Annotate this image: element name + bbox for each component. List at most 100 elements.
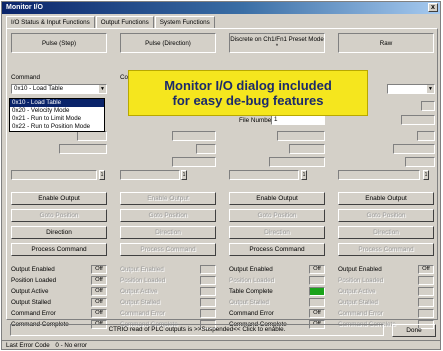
column-header: Raw — [338, 33, 434, 53]
value-box[interactable] — [269, 157, 325, 167]
enable-output-button[interactable]: Enable Output — [120, 192, 216, 205]
process-command-button[interactable]: Process Command — [120, 243, 216, 256]
status-indicator: Off — [309, 265, 325, 274]
spin-button[interactable]: 1 — [99, 170, 105, 180]
callout-line-2: for easy de-bug features — [172, 93, 324, 108]
status-name: Command Error — [338, 310, 383, 317]
value-box[interactable] — [338, 170, 420, 180]
value-box[interactable] — [77, 131, 107, 141]
monitor-io-window: Monitor I/O x I/O Status & Input Functio… — [1, 1, 441, 350]
status-row: Output Enabled Off — [229, 265, 325, 275]
tab-system-functions[interactable]: System Functions — [154, 16, 215, 28]
status-row: Position Loaded — [120, 276, 216, 286]
status-row: Output Active — [338, 287, 434, 297]
status-row: Command Error — [338, 309, 434, 319]
done-button[interactable]: Done — [392, 324, 436, 337]
column-header: Pulse (Direction) — [120, 33, 216, 53]
status-row: Position Loaded Off — [11, 276, 107, 286]
value-box — [172, 157, 216, 167]
status-name: Table Complete — [229, 288, 273, 295]
status-value: 0 - No error — [55, 342, 88, 349]
column-header: Discrete on Ch1/Fn1 Preset Mode * — [229, 33, 325, 53]
file-number-label: File Number — [239, 117, 274, 124]
status-row: Output Enabled — [120, 265, 216, 275]
status-indicator — [200, 298, 216, 307]
process-command-button[interactable]: Process Command — [338, 243, 434, 256]
value-box — [172, 131, 216, 141]
status-name: Output Enabled — [11, 266, 55, 273]
dropdown-option[interactable]: 0x20 - Velocity Mode — [10, 107, 104, 115]
value-box[interactable] — [393, 144, 435, 154]
enable-output-button[interactable]: Enable Output — [229, 192, 325, 205]
dropdown-option[interactable]: 0x22 - Run to Position Mode — [10, 123, 104, 131]
command-select-value: 0x10 - Load Table — [14, 85, 64, 92]
direction-button[interactable]: Direction — [338, 226, 434, 239]
status-name: Output Stalled — [229, 299, 269, 306]
status-name: Output Stalled — [120, 299, 160, 306]
status-bar: Last Error Code 0 - No error — [2, 340, 440, 350]
spin-button[interactable]: 1 — [423, 170, 429, 180]
status-indicator: Off — [91, 276, 107, 285]
status-row: Output Stalled — [229, 298, 325, 308]
status-row: Output Active Off — [11, 287, 107, 297]
status-row: Output Stalled Off — [11, 298, 107, 308]
value-box[interactable] — [289, 144, 325, 154]
status-row: Command Error Off — [229, 309, 325, 319]
command-select[interactable]: 0x10 - Load Table ▼ — [11, 84, 107, 94]
status-row: Command Error — [120, 309, 216, 319]
file-number-input[interactable]: 1 — [271, 115, 325, 125]
status-name: Command Error — [11, 310, 56, 317]
value-box[interactable] — [405, 157, 435, 167]
close-button[interactable]: x — [428, 3, 438, 12]
spin-button[interactable]: 1 — [301, 170, 307, 180]
value-box[interactable] — [421, 101, 435, 111]
status-indicator — [418, 309, 434, 318]
goto-position-button[interactable]: Goto Position — [229, 209, 325, 222]
status-row: Output Enabled Off — [11, 265, 107, 275]
tab-io-status[interactable]: I/O Status & Input Functions — [6, 16, 95, 28]
status-indicator: Off — [91, 298, 107, 307]
status-name: Output Stalled — [338, 299, 378, 306]
chevron-down-icon[interactable]: ▼ — [426, 85, 434, 93]
value-box[interactable] — [277, 131, 325, 141]
process-command-button[interactable]: Process Command — [11, 243, 107, 256]
process-command-button[interactable]: Process Command — [229, 243, 325, 256]
plc-read-status-button[interactable]: CTRIO read of PLC outputs is >>Suspended… — [10, 324, 384, 336]
direction-button[interactable]: Direction — [11, 226, 107, 239]
goto-position-button[interactable]: Goto Position — [120, 209, 216, 222]
value-box — [120, 170, 180, 180]
status-indicator: Off — [418, 265, 434, 274]
column-pulse-direction: Pulse (Direction) — [120, 33, 218, 53]
status-name: Output Enabled — [338, 266, 382, 273]
chevron-down-icon[interactable]: ▼ — [98, 85, 106, 93]
raw-select[interactable]: ▼ — [387, 84, 435, 94]
status-row: Position Loaded — [338, 276, 434, 286]
direction-button[interactable]: Direction — [120, 226, 216, 239]
goto-position-button[interactable]: Goto Position — [11, 209, 107, 222]
dropdown-option[interactable]: 0x10 - Load Table — [10, 99, 104, 107]
status-name: Command Error — [229, 310, 274, 317]
direction-button[interactable]: Direction — [229, 226, 325, 239]
window-title: Monitor I/O — [6, 4, 43, 11]
dropdown-option[interactable]: 0x21 - Run to Limit Mode — [10, 115, 104, 123]
value-box[interactable] — [229, 170, 299, 180]
status-indicator — [418, 298, 434, 307]
status-row: Output Stalled — [120, 298, 216, 308]
value-box[interactable] — [401, 115, 435, 125]
value-box[interactable] — [59, 144, 107, 154]
value-box[interactable] — [11, 170, 97, 180]
column-raw: Raw — [338, 33, 436, 53]
enable-output-button[interactable]: Enable Output — [11, 192, 107, 205]
value-box[interactable] — [417, 131, 435, 141]
status-row: Position Loaded — [229, 276, 325, 286]
status-indicator — [200, 309, 216, 318]
title-bar: Monitor I/O x — [2, 2, 440, 14]
callout-banner: Monitor I/O dialog included for easy de-… — [128, 70, 368, 116]
status-row: Command Error Off — [11, 309, 107, 319]
status-row: Output Stalled — [338, 298, 434, 308]
status-name: Command Error — [120, 310, 165, 317]
status-row: Output Active — [120, 287, 216, 297]
enable-output-button[interactable]: Enable Output — [338, 192, 434, 205]
status-name: Position Loaded — [338, 277, 384, 284]
goto-position-button[interactable]: Goto Position — [338, 209, 434, 222]
